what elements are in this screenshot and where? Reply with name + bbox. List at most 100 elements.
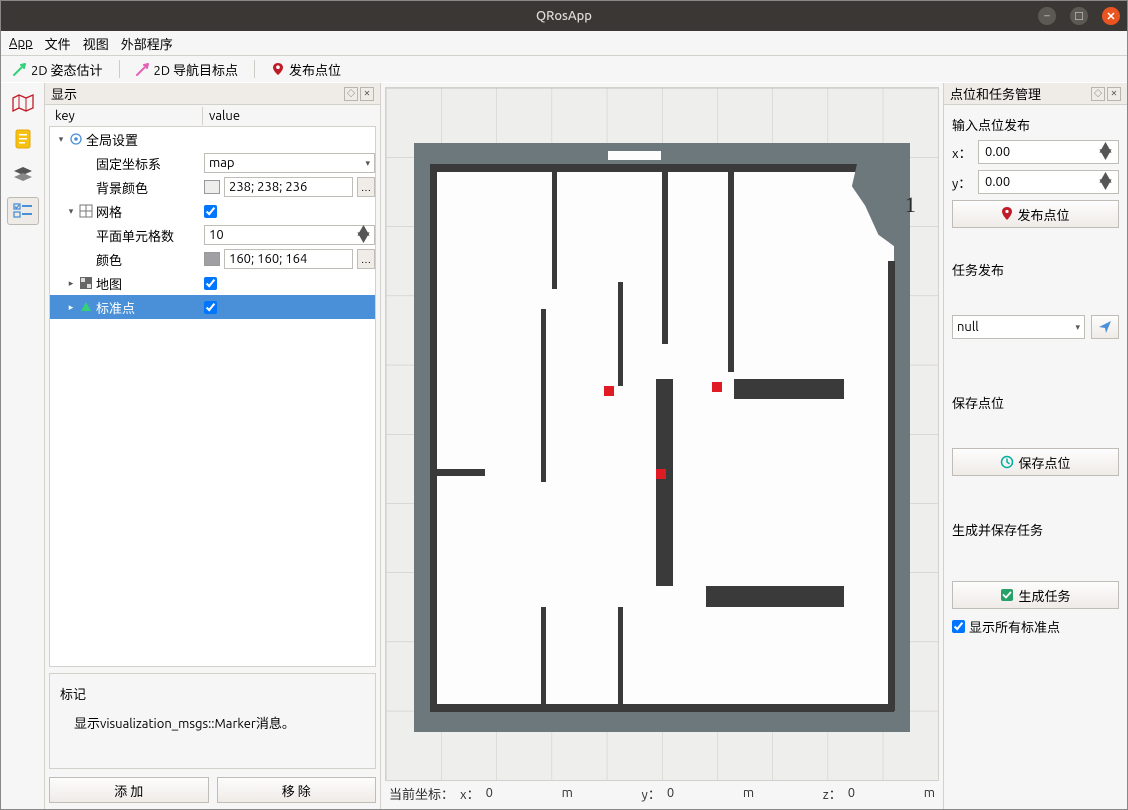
task-combo[interactable]: null ▾ bbox=[952, 315, 1085, 339]
document-icon bbox=[14, 129, 32, 149]
tree-row-bg-color[interactable]: 背景颜色 238; 238; 236 … bbox=[50, 175, 375, 199]
y-input[interactable]: 0.00 ▲▼ bbox=[978, 170, 1119, 194]
task-check-icon bbox=[1000, 588, 1014, 602]
map-pin-icon bbox=[271, 62, 285, 76]
caret-right-icon: ▸ bbox=[66, 278, 76, 289]
rail-task-button[interactable] bbox=[7, 197, 39, 225]
layers-icon bbox=[13, 166, 33, 184]
bg-color-picker-button[interactable]: … bbox=[357, 177, 375, 197]
dock-close-button[interactable]: ✕ bbox=[360, 87, 374, 101]
gear-icon bbox=[69, 132, 83, 146]
description-box: 标记 显示visualization_msgs::Marker消息。 bbox=[49, 673, 376, 769]
menu-app[interactable]: App bbox=[9, 36, 33, 50]
plane-cells-spinner[interactable]: 10 ▲▼ bbox=[204, 225, 375, 245]
left-rail bbox=[1, 83, 45, 809]
map-viewport[interactable]: 1 bbox=[385, 87, 939, 781]
right-dock-header: 点位和任务管理 ◇ ✕ bbox=[944, 83, 1127, 105]
spinner-arrows-icon: ▲▼ bbox=[1099, 176, 1112, 188]
column-key[interactable]: key bbox=[49, 107, 203, 125]
task-section-title: 任务发布 bbox=[952, 260, 1119, 279]
dock-float-button[interactable]: ◇ bbox=[344, 87, 358, 101]
clock-icon bbox=[1000, 455, 1014, 469]
marker-icon bbox=[79, 300, 93, 314]
tree-label: 标准点 bbox=[96, 298, 135, 317]
grid-color-swatch[interactable] bbox=[204, 252, 220, 266]
arrow-pink-icon bbox=[136, 62, 150, 76]
publish-point-button[interactable]: 发布点位 bbox=[265, 58, 347, 81]
viewport-panel: 1 当前坐标： x： 0 m y： 0 m z： 0 m bbox=[381, 83, 943, 809]
map-annotation-1: 1 bbox=[905, 192, 916, 218]
tree-row-global-settings[interactable]: ▾ 全局设置 bbox=[50, 127, 375, 151]
gen-section-title: 生成并保存任务 bbox=[952, 520, 1119, 539]
bg-color-swatch[interactable] bbox=[204, 180, 220, 194]
tree-label: 背景颜色 bbox=[96, 178, 148, 197]
show-all-markers-checkbox[interactable] bbox=[952, 620, 965, 633]
tree-header: key value bbox=[49, 105, 376, 127]
spinner-arrows-icon: ▲▼ bbox=[357, 229, 370, 241]
spinner-arrows-icon: ▲▼ bbox=[1099, 146, 1112, 158]
window-minimize-button[interactable]: – bbox=[1038, 7, 1056, 25]
rail-layers-button[interactable] bbox=[7, 161, 39, 189]
nav-goal-label: 2D 导航目标点 bbox=[154, 60, 239, 79]
tree-row-plane-cells[interactable]: 平面单元格数 10 ▲▼ bbox=[50, 223, 375, 247]
x-input[interactable]: 0.00 ▲▼ bbox=[978, 140, 1119, 164]
tree-row-fixed-frame[interactable]: 固定坐标系 map ▾ bbox=[50, 151, 375, 175]
window-close-button[interactable]: ✕ bbox=[1102, 7, 1120, 25]
grid-color-value[interactable]: 160; 160; 164 bbox=[224, 249, 353, 269]
map-pin-icon bbox=[1001, 207, 1013, 221]
plane-cells-value: 10 bbox=[209, 228, 224, 242]
rail-doc-button[interactable] bbox=[7, 125, 39, 153]
add-button[interactable]: 添 加 bbox=[49, 777, 209, 803]
menu-file[interactable]: 文件 bbox=[45, 34, 71, 53]
tree-row-grid-color[interactable]: 颜色 160; 160; 164 … bbox=[50, 247, 375, 271]
map-marker bbox=[604, 386, 614, 396]
caret-down-icon: ▾ bbox=[66, 206, 76, 217]
description-body: 显示visualization_msgs::Marker消息。 bbox=[74, 713, 365, 732]
grid-checkbox[interactable] bbox=[204, 205, 217, 218]
tree-row-map[interactable]: ▸ 地图 bbox=[50, 271, 375, 295]
save-point-button[interactable]: 保存点位 bbox=[952, 448, 1119, 476]
grid-color-picker-button[interactable]: … bbox=[357, 249, 375, 269]
map-checkbox[interactable] bbox=[204, 277, 217, 290]
description-title: 标记 bbox=[60, 684, 365, 703]
chevron-down-icon: ▾ bbox=[1075, 322, 1080, 333]
titlebar: QRosApp – ☐ ✕ bbox=[1, 1, 1127, 31]
fixed-frame-value: map bbox=[209, 156, 235, 170]
tree-row-grid[interactable]: ▾ 网格 bbox=[50, 199, 375, 223]
dock-close-button[interactable]: ✕ bbox=[1107, 87, 1121, 101]
tree-label: 全局设置 bbox=[86, 130, 138, 149]
publish-point-button-right[interactable]: 发布点位 bbox=[952, 200, 1119, 228]
caret-down-icon: ▾ bbox=[56, 134, 66, 145]
remove-button[interactable]: 移 除 bbox=[217, 777, 377, 803]
bg-color-value[interactable]: 238; 238; 236 bbox=[224, 177, 353, 197]
marker-points-checkbox[interactable] bbox=[204, 301, 217, 314]
menu-external[interactable]: 外部程序 bbox=[121, 34, 173, 53]
gen-btn-label: 生成任务 bbox=[1018, 586, 1070, 605]
right-dock: 点位和任务管理 ◇ ✕ 输入点位发布 x： 0.00 ▲▼ y： 0.00 bbox=[943, 83, 1127, 809]
tree-row-marker-points[interactable]: ▸ 标准点 bbox=[50, 295, 375, 319]
nav-goal-button[interactable]: 2D 导航目标点 bbox=[130, 58, 245, 81]
save-section-title: 保存点位 bbox=[952, 393, 1119, 412]
send-task-button[interactable] bbox=[1091, 315, 1119, 339]
menubar: App 文件 视图 外部程序 bbox=[1, 31, 1127, 55]
dock-float-button[interactable]: ◇ bbox=[1091, 87, 1105, 101]
x-label: x： bbox=[460, 784, 480, 803]
tree-label: 平面单元格数 bbox=[96, 226, 174, 245]
z-value: 0 bbox=[848, 786, 855, 800]
fixed-frame-combo[interactable]: map ▾ bbox=[204, 153, 375, 173]
window-maximize-button[interactable]: ☐ bbox=[1070, 7, 1088, 25]
paper-plane-icon bbox=[1098, 320, 1112, 334]
menu-view[interactable]: 视图 bbox=[83, 34, 109, 53]
x-input-value: 0.00 bbox=[985, 145, 1010, 159]
separator bbox=[254, 60, 255, 78]
window-title: QRosApp bbox=[536, 9, 592, 23]
y-input-value: 0.00 bbox=[985, 175, 1010, 189]
map-marker bbox=[712, 382, 722, 392]
right-dock-title: 点位和任务管理 bbox=[950, 84, 1089, 103]
pose-estimate-button[interactable]: 2D 姿态估计 bbox=[7, 58, 109, 81]
y-value: 0 bbox=[667, 786, 674, 800]
column-value[interactable]: value bbox=[203, 107, 246, 125]
rail-map-button[interactable] bbox=[7, 89, 39, 117]
z-unit: m bbox=[924, 786, 935, 800]
generate-task-button[interactable]: 生成任务 bbox=[952, 581, 1119, 609]
